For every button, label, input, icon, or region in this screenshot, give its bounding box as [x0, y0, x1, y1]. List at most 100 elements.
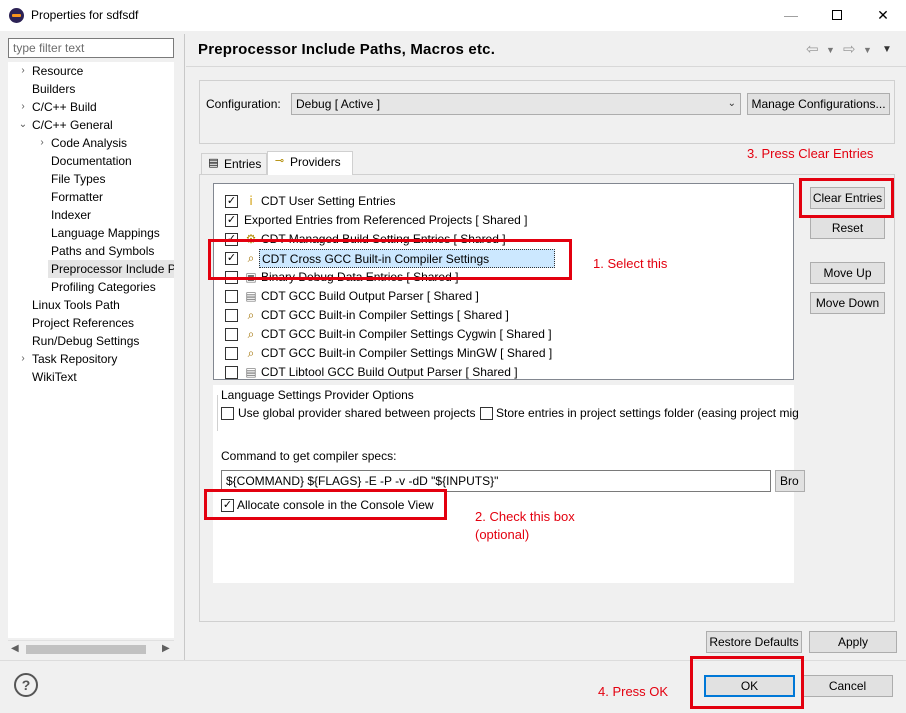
provider-row[interactable]: ⌕ CDT GCC Built-in Compiler Settings Cygw…: [214, 325, 774, 344]
sidebar-item-label: Formatter: [51, 190, 104, 204]
annotation-step2: 2. Check this box: [475, 509, 575, 524]
provider-checkbox[interactable]: [225, 347, 238, 360]
collapse-icon[interactable]: ⌄: [17, 116, 29, 134]
eclipse-app-icon: [9, 8, 24, 23]
compiler-icon: ⌕: [247, 346, 255, 360]
back-dropdown-icon[interactable]: ▼: [826, 45, 835, 55]
move-down-button[interactable]: Move Down: [810, 292, 885, 314]
tab-entries-label: Entries: [224, 157, 262, 171]
forward-arrow-icon[interactable]: ⇨: [843, 40, 856, 58]
provider-label: CDT GCC Built-in Compiler Settings MinGW…: [261, 346, 553, 360]
configuration-value: Debug [ Active ]: [296, 97, 381, 111]
sidebar-item-label: WikiText: [32, 370, 77, 384]
provider-label: CDT GCC Built-in Compiler Settings [ Sha…: [261, 308, 509, 322]
provider-checkbox[interactable]: ✓: [225, 214, 238, 227]
sidebar-item-code-analysis[interactable]: › Code Analysis: [40, 134, 128, 152]
sidebar-item-resource[interactable]: › Resource: [21, 62, 84, 80]
sidebar-item-run-debug-settings[interactable]: Run/Debug Settings: [32, 332, 139, 350]
sidebar-item-label: Code Analysis: [51, 136, 128, 150]
sidebar-item-wikitext[interactable]: WikiText: [32, 368, 77, 386]
splitter[interactable]: [184, 34, 185, 660]
sidebar-item-label: Language Mappings: [51, 226, 160, 240]
apply-button[interactable]: Apply: [809, 631, 897, 653]
tab-entries[interactable]: ▤ Entries: [201, 153, 267, 175]
annotation-step2-note: (optional): [475, 527, 530, 542]
provider-checkbox[interactable]: [225, 309, 238, 322]
sidebar-item-formatter[interactable]: Formatter: [51, 188, 103, 206]
sidebar-item-file-types[interactable]: File Types: [51, 170, 105, 188]
compiler-icon: ⌕: [247, 308, 255, 322]
sidebar-item-c-c-general[interactable]: ⌄ C/C++ General: [19, 116, 113, 134]
sidebar-item-profiling-categories[interactable]: Profiling Categories: [51, 278, 156, 296]
provider-checkbox[interactable]: [225, 328, 238, 341]
manage-configurations-button[interactable]: Manage Configurations...: [747, 93, 890, 115]
chevron-down-icon: ⌄: [727, 98, 736, 109]
provider-label: CDT GCC Build Output Parser [ Shared ]: [261, 289, 479, 303]
sidebar-item-label: Profiling Categories: [51, 280, 156, 294]
reset-button[interactable]: Reset: [810, 217, 885, 239]
view-menu-icon[interactable]: ▼: [882, 44, 892, 55]
provider-row[interactable]: ⌕ CDT GCC Built-in Compiler Settings [ Sh…: [214, 306, 774, 325]
provider-row[interactable]: ⌕ CDT GCC Built-in Compiler Settings MinG…: [214, 344, 774, 363]
provider-label: Exported Entries from Referenced Project…: [244, 213, 528, 227]
entries-icon: ▤: [208, 157, 219, 169]
sidebar-item-label: Resource: [32, 64, 84, 78]
provider-row[interactable]: ▤ CDT GCC Build Output Parser [ Shared ]: [214, 287, 774, 306]
forward-dropdown-icon[interactable]: ▼: [863, 45, 872, 55]
sidebar-item-linux-tools-path[interactable]: Linux Tools Path: [32, 296, 120, 314]
provider-row[interactable]: ▤ CDT Libtool GCC Build Output Parser [ S…: [214, 363, 774, 379]
page-title: Preprocessor Include Paths, Macros etc.: [198, 41, 496, 58]
tree-horizontal-scrollbar[interactable]: ◀ ▶: [8, 640, 174, 657]
annotation-box-ok: [690, 656, 804, 709]
provider-row[interactable]: ✓ Exported Entries from Referenced Projec…: [214, 211, 774, 230]
back-arrow-icon[interactable]: ⇦: [806, 40, 819, 58]
scroll-right-icon[interactable]: ▶: [162, 643, 170, 654]
sidebar-item-builders[interactable]: Builders: [32, 80, 75, 98]
sidebar-item-preprocessor-include-pa[interactable]: Preprocessor Include Pa: [48, 260, 174, 278]
scroll-left-icon[interactable]: ◀: [11, 643, 19, 654]
providers-list[interactable]: ▤ CDT Libtool GCC Build Output Parser [ S…: [213, 183, 794, 380]
expand-icon[interactable]: ›: [17, 62, 29, 80]
move-up-button[interactable]: Move Up: [810, 262, 885, 284]
window-title: Properties for sdfsdf: [31, 8, 139, 22]
scroll-thumb[interactable]: [26, 645, 146, 654]
sidebar-item-label: Preprocessor Include Pa: [51, 262, 174, 276]
annotation-box-select: [208, 239, 572, 280]
provider-checkbox[interactable]: ✓: [225, 195, 238, 208]
browse-button[interactable]: Bro: [775, 470, 805, 492]
use-global-checkbox[interactable]: [221, 407, 234, 420]
minimize-button[interactable]: —: [768, 0, 814, 31]
store-entries-checkbox[interactable]: [480, 407, 493, 420]
expand-icon[interactable]: ›: [17, 350, 29, 368]
close-button[interactable]: ✕: [860, 0, 906, 31]
sidebar-item-task-repository[interactable]: › Task Repository: [21, 350, 117, 368]
restore-defaults-button[interactable]: Restore Defaults: [706, 631, 802, 653]
sidebar-item-indexer[interactable]: Indexer: [51, 206, 91, 224]
provider-checkbox[interactable]: [225, 290, 238, 303]
parser-icon: ▤: [245, 365, 257, 379]
cancel-button[interactable]: Cancel: [802, 675, 893, 697]
maximize-icon: [832, 10, 842, 20]
header-separator: [186, 66, 906, 67]
filter-input[interactable]: type filter text: [8, 38, 174, 58]
provider-row[interactable]: ✓ ⅰ CDT User Setting Entries: [214, 192, 774, 211]
sidebar-item-project-references[interactable]: Project References: [32, 314, 134, 332]
sidebar-item-label: C/C++ General: [32, 118, 113, 132]
sidebar-item-c-c-build[interactable]: › C/C++ Build: [21, 98, 96, 116]
provider-label: CDT GCC Built-in Compiler Settings Cygwi…: [261, 327, 552, 341]
provider-options-panel: Language Settings Provider Options Use g…: [213, 385, 805, 583]
annotation-box-clear-entries: [799, 178, 894, 218]
tab-providers[interactable]: ⊸ Providers: [267, 151, 353, 175]
provider-label: CDT User Setting Entries: [261, 194, 396, 208]
sidebar-item-label: Paths and Symbols: [51, 244, 155, 258]
expand-icon[interactable]: ›: [36, 134, 48, 152]
help-icon[interactable]: ?: [14, 673, 38, 697]
sidebar-item-paths-and-symbols[interactable]: Paths and Symbols: [51, 242, 154, 260]
configuration-select[interactable]: Debug [ Active ] ⌄: [291, 93, 741, 115]
provider-checkbox[interactable]: [225, 366, 238, 379]
expand-icon[interactable]: ›: [17, 98, 29, 116]
command-label: Command to get compiler specs:: [221, 449, 397, 463]
sidebar-item-language-mappings[interactable]: Language Mappings: [51, 224, 160, 242]
sidebar-item-documentation[interactable]: Documentation: [51, 152, 132, 170]
maximize-button[interactable]: [814, 0, 860, 31]
